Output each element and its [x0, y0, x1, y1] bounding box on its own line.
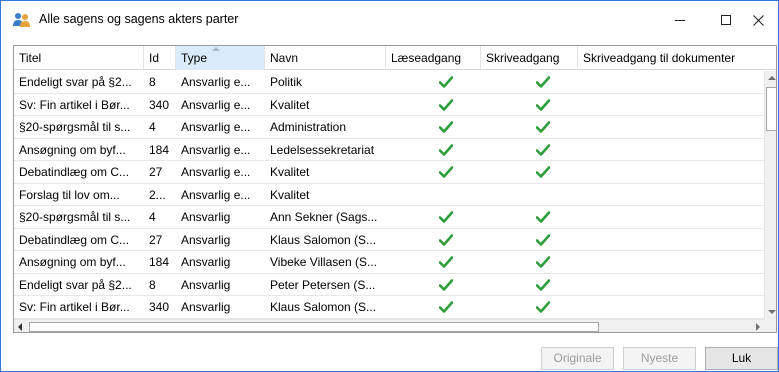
cell-type: Ansvarlig e...	[181, 165, 251, 179]
cell-id: 27	[149, 165, 163, 179]
cell-titel: Ansøgning om byf...	[19, 255, 126, 269]
cell-id: 27	[149, 232, 163, 247]
cell-navn: Klaus Salomon (S...	[270, 232, 377, 247]
checkmark-icon	[481, 94, 605, 116]
scroll-down-icon[interactable]	[768, 310, 776, 314]
checkmark-icon	[481, 229, 605, 251]
minimize-button[interactable]	[657, 1, 703, 39]
cell-titel: Sv: Fin artikel i Bør...	[19, 300, 130, 314]
maximize-icon	[721, 15, 731, 25]
checkmark-icon	[481, 251, 605, 273]
close-icon	[752, 14, 764, 26]
dialog-window: Alle sagens og sagens akters parter Tite…	[0, 0, 779, 372]
cell-titel: Debatindlæg om C...	[19, 232, 130, 247]
sort-ascending-icon	[212, 47, 220, 51]
originale-button[interactable]: Originale	[541, 347, 614, 370]
cell-type: Ansvarlig	[181, 300, 231, 314]
horizontal-scroll-thumb[interactable]	[29, 322, 599, 332]
table-row[interactable]: Debatindlæg om C... 27 Ansvarlig Klaus Salo…	[14, 229, 764, 251]
cell-titel: Ansøgning om byf...	[19, 142, 126, 157]
cell-navn: Kvalitet	[270, 97, 310, 112]
table-row[interactable]: Sv: Fin artikel i Bør... 340 Ansvarlig Klau…	[14, 296, 764, 319]
cell-type: Ansvarlig e...	[181, 120, 251, 134]
cell-id: 184	[149, 255, 170, 269]
cell-id: 340	[149, 97, 170, 112]
column-header-laeseadgang[interactable]: Læseadgang	[386, 46, 481, 70]
title-bar[interactable]: Alle sagens og sagens akters parter	[1, 1, 778, 39]
table-row[interactable]: §20-spørgsmål til s... 4 Ansvarlig e... Adm…	[14, 116, 764, 139]
table-row[interactable]: §20-spørgsmål til s... 4 Ansvarlig Ann Sekn…	[14, 206, 764, 229]
cell-type: Ansvarlig e...	[181, 75, 251, 89]
parties-grid[interactable]: Titel Id Type Navn Læseadgang Skriveadga…	[13, 45, 777, 333]
close-button[interactable]	[735, 1, 779, 39]
cell-titel: §20-spørgsmål til s...	[19, 210, 131, 224]
table-row[interactable]: Endeligt svar på §2... 8 Ansvarlig Peter Pe…	[14, 274, 764, 296]
cell-type: Ansvarlig e...	[181, 97, 251, 112]
cell-navn: Klaus Salomon (S...	[270, 300, 377, 314]
cell-id: 4	[149, 120, 156, 134]
table-row[interactable]: Ansøgning om byf... 184 Ansvarlig e... Lede…	[14, 139, 764, 161]
table-row[interactable]: Forslag til lov om... 2... Ansvarlig e... K…	[14, 184, 764, 206]
window-title: Alle sagens og sagens akters parter	[39, 12, 239, 26]
column-header-skriveadgang-dokumenter[interactable]: Skriveadgang til dokumenter	[578, 46, 776, 70]
checkmark-icon	[481, 139, 605, 161]
checkmark-icon	[481, 116, 605, 138]
cell-navn: Ann Sekner (Sags...	[270, 210, 378, 224]
column-header-skriveadgang[interactable]: Skriveadgang	[481, 46, 578, 70]
cell-titel: Forslag til lov om...	[19, 187, 120, 202]
column-header-id[interactable]: Id	[144, 46, 176, 70]
table-row[interactable]: Ansøgning om byf... 184 Ansvarlig Vibeke Vi…	[14, 251, 764, 274]
cell-navn: Ledelsessekretariat	[270, 142, 375, 157]
cell-type: Ansvarlig	[181, 232, 231, 247]
cell-navn: Administration	[270, 120, 347, 134]
luk-button[interactable]: Luk	[705, 347, 778, 370]
scroll-right-icon[interactable]	[756, 323, 760, 331]
scroll-up-icon[interactable]	[768, 76, 776, 80]
cell-type: Ansvarlig	[181, 210, 231, 224]
cell-type: Ansvarlig e...	[181, 187, 251, 202]
grid-header: Titel Id Type Navn Læseadgang Skriveadga…	[14, 46, 776, 70]
checkmark-icon	[481, 296, 605, 318]
scrollbar-corner	[764, 319, 776, 332]
table-row[interactable]: Debatindlæg om C... 27 Ansvarlig e... Kvali…	[14, 161, 764, 184]
cell-titel: Debatindlæg om C...	[19, 165, 130, 179]
column-header-navn[interactable]: Navn	[265, 46, 386, 70]
cell-id: 2...	[149, 187, 166, 202]
cell-navn: Kvalitet	[270, 165, 310, 179]
cell-titel: Endeligt svar på §2...	[19, 75, 132, 89]
cell-id: 8	[149, 277, 156, 292]
cell-navn: Politik	[270, 75, 303, 89]
checkmark-icon	[481, 206, 605, 228]
people-icon	[13, 12, 31, 28]
vertical-scroll-thumb[interactable]	[766, 87, 776, 131]
cell-type: Ansvarlig	[181, 277, 231, 292]
cell-titel: Endeligt svar på §2...	[19, 277, 132, 292]
horizontal-scrollbar[interactable]	[14, 319, 764, 332]
cell-type: Ansvarlig	[181, 255, 231, 269]
checkmark-icon	[481, 161, 605, 183]
cell-navn: Kvalitet	[270, 187, 310, 202]
vertical-scrollbar[interactable]	[764, 71, 776, 319]
cell-id: 4	[149, 210, 156, 224]
nyeste-button[interactable]: Nyeste	[623, 347, 696, 370]
checkmark-icon	[481, 274, 605, 296]
cell-titel: Sv: Fin artikel i Bør...	[19, 97, 130, 112]
table-row[interactable]: Endeligt svar på §2... 8 Ansvarlig e... Pol…	[14, 71, 764, 94]
cell-navn: Peter Petersen (S...	[270, 277, 376, 292]
column-header-titel[interactable]: Titel	[14, 46, 144, 70]
table-row[interactable]: Sv: Fin artikel i Bør... 340 Ansvarlig e..…	[14, 94, 764, 116]
cell-id: 340	[149, 300, 170, 314]
cell-navn: Vibeke Villasen (S...	[270, 255, 377, 269]
scroll-left-icon[interactable]	[18, 323, 22, 331]
minimize-icon	[675, 19, 685, 21]
column-header-type[interactable]: Type	[176, 46, 265, 70]
cell-id: 8	[149, 75, 156, 89]
cell-type: Ansvarlig e...	[181, 142, 251, 157]
cell-titel: §20-spørgsmål til s...	[19, 120, 131, 134]
cell-id: 184	[149, 142, 170, 157]
checkmark-icon	[481, 71, 605, 93]
